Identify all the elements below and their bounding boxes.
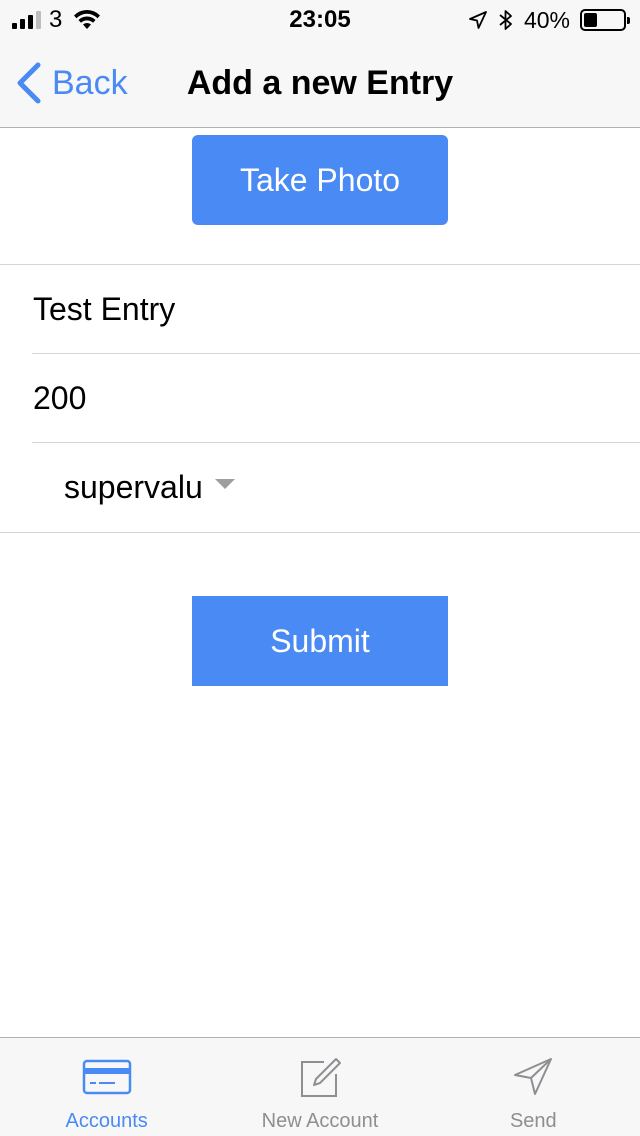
store-field-row: supervalu <box>32 443 640 532</box>
tab-accounts[interactable]: Accounts <box>0 1038 213 1136</box>
battery-icon <box>580 9 630 31</box>
tab-bar: Accounts New Account Send <box>0 1037 640 1136</box>
compose-icon <box>300 1058 341 1097</box>
submit-button[interactable]: Submit <box>192 596 448 686</box>
back-label: Back <box>52 63 128 102</box>
location-icon <box>469 11 487 29</box>
credit-card-icon <box>82 1059 131 1095</box>
tab-send[interactable]: Send <box>427 1038 640 1136</box>
store-picker[interactable]: supervalu <box>64 443 235 531</box>
tab-new-account[interactable]: New Account <box>213 1038 426 1136</box>
name-field-row <box>32 265 640 354</box>
store-picker-value: supervalu <box>64 468 203 505</box>
screen: 3 23:05 40% Back Add a new Entry Take Ph… <box>0 0 640 1136</box>
chevron-left-icon <box>17 62 41 104</box>
tab-send-label: Send <box>509 1110 557 1132</box>
tab-new-account-label: New Account <box>261 1110 379 1132</box>
status-right: 40% <box>468 6 630 33</box>
name-input[interactable] <box>32 265 640 353</box>
status-bar: 3 23:05 40% <box>0 0 640 40</box>
battery-fill <box>584 13 597 27</box>
take-photo-button[interactable]: Take Photo <box>192 135 448 225</box>
navigation-bar: Back Add a new Entry <box>0 40 640 128</box>
entry-form: supervalu <box>0 264 640 533</box>
back-button[interactable]: Back <box>14 58 128 108</box>
amount-input[interactable] <box>32 354 640 442</box>
battery-percent: 40% <box>523 6 570 33</box>
caret-down-icon <box>214 479 235 489</box>
bluetooth-icon <box>499 10 512 30</box>
tab-accounts-label: Accounts <box>65 1110 148 1132</box>
send-icon <box>514 1058 553 1095</box>
amount-field-row <box>32 354 640 443</box>
